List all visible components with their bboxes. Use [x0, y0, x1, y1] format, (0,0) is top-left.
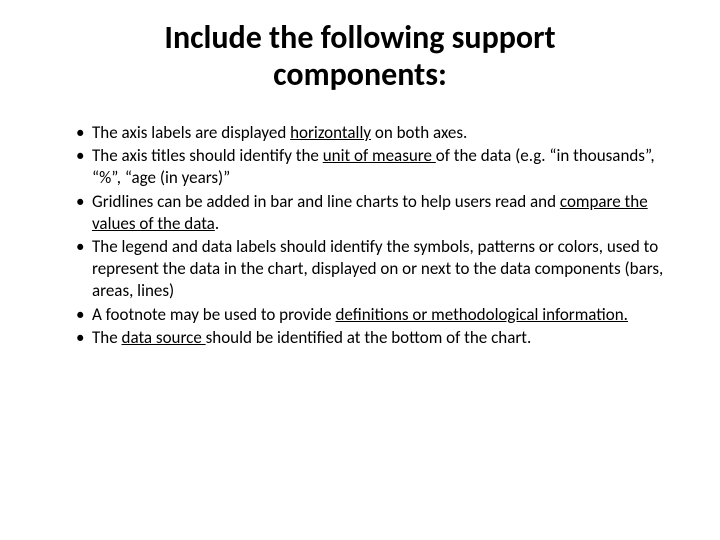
- list-item: Gridlines can be added in bar and line c…: [76, 191, 680, 235]
- list-item: The data source should be identified at …: [76, 327, 680, 349]
- bullet-list: The axis labels are displayed horizontal…: [40, 122, 680, 350]
- list-item: The axis titles should identify the unit…: [76, 145, 680, 189]
- text-post: .: [215, 213, 219, 234]
- text-pre: A footnote may be used to provide: [92, 304, 335, 325]
- slide-title: Include the following support components…: [80, 20, 640, 94]
- text-underline: definitions or methodological informatio…: [335, 304, 628, 325]
- text-underline: horizontally: [290, 122, 371, 143]
- text-pre: Gridlines can be added in bar and line c…: [92, 191, 560, 212]
- list-item: The legend and data labels should identi…: [76, 236, 680, 301]
- text-underline: data source: [122, 327, 206, 348]
- text-post: should be identified at the bottom of th…: [206, 327, 532, 348]
- slide: Include the following support components…: [0, 0, 720, 540]
- text-pre: The: [92, 327, 122, 348]
- text-pre: The legend and data labels should identi…: [92, 236, 663, 301]
- list-item: The axis labels are displayed horizontal…: [76, 122, 680, 144]
- text-pre: The axis labels are displayed: [92, 122, 290, 143]
- text-pre: The axis titles should identify the: [92, 145, 323, 166]
- text-underline: unit of measure: [323, 145, 436, 166]
- text-post: on both axes.: [371, 122, 467, 143]
- list-item: A footnote may be used to provide defini…: [76, 304, 680, 326]
